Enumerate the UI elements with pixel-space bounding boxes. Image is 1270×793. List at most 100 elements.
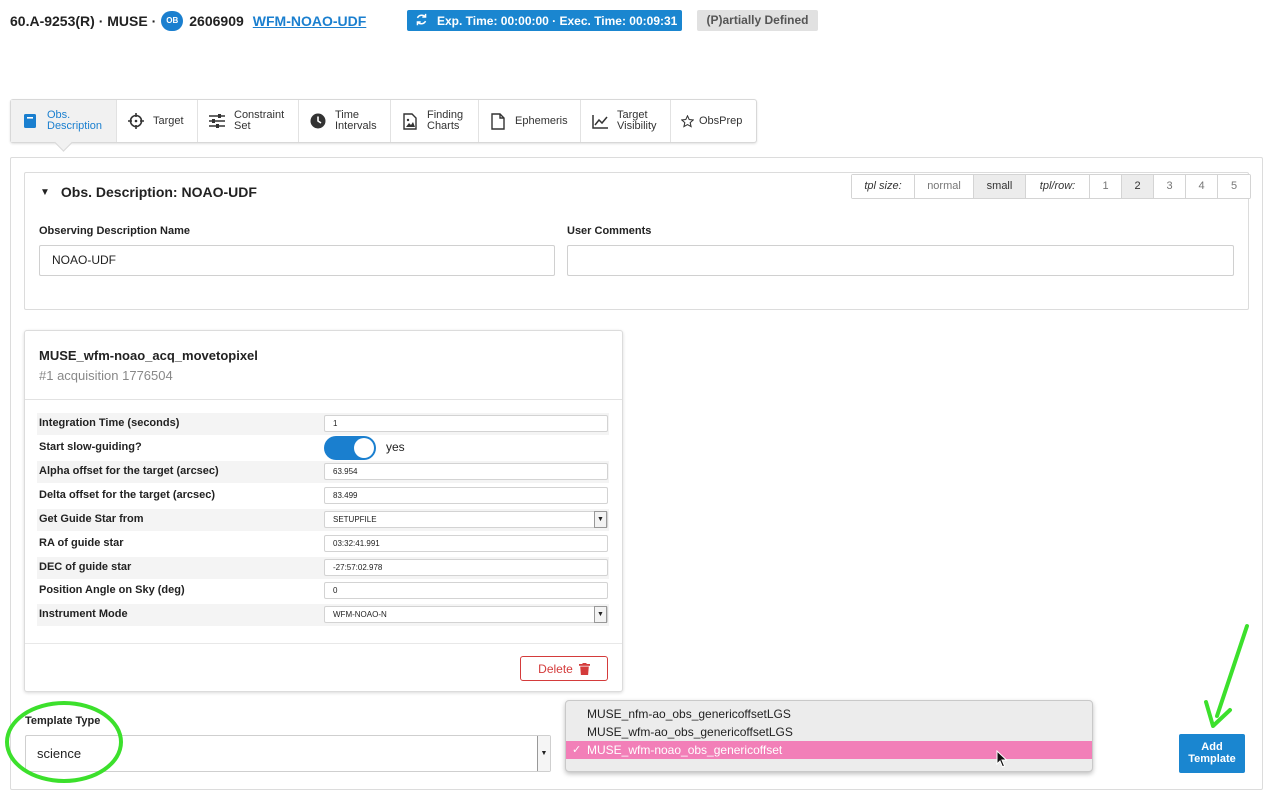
- slow-guiding-value: yes: [386, 440, 405, 454]
- dropdown-option[interactable]: MUSE_nfm-ao_obs_genericoffsetLGS: [566, 705, 1092, 723]
- select-value: WFM-NOAO-N: [333, 610, 387, 619]
- ob-name-link[interactable]: WFM-NOAO-UDF: [253, 13, 367, 29]
- param-row: RA of guide star 03:32:41.991: [37, 533, 609, 555]
- tab-ephemeris[interactable]: Ephemeris: [479, 100, 581, 142]
- param-label: Start slow-guiding?: [39, 441, 142, 453]
- tab-constraint-set[interactable]: Constraint Set: [198, 100, 299, 142]
- add-template-button[interactable]: Add Template: [1179, 734, 1245, 773]
- option-text: MUSE_nfm-ao_obs_genericoffsetLGS: [587, 707, 791, 721]
- sliders-icon: [208, 112, 226, 130]
- delete-label: Delete: [538, 661, 573, 676]
- tab-target-visibility[interactable]: Target Visibility: [581, 100, 671, 142]
- param-label: Alpha offset for the target (arcsec): [39, 465, 219, 477]
- tpl-size-small[interactable]: small: [974, 175, 1026, 198]
- ob-tabs: Obs. Description Target Constraint Set Tim…: [10, 99, 757, 143]
- select-value: SETUPFILE: [333, 515, 377, 524]
- check-icon: ✓: [572, 744, 582, 756]
- obs-name-label: Observing Description Name: [39, 225, 190, 237]
- book-icon: [21, 112, 39, 130]
- tab-target[interactable]: Target: [117, 100, 198, 142]
- tab-label-line1: Target: [153, 114, 184, 127]
- button-label-line1: Add: [1201, 741, 1223, 753]
- param-row: Delta offset for the target (arcsec) 83.…: [37, 485, 609, 507]
- position-angle-input[interactable]: 0: [324, 582, 608, 599]
- integration-time-input[interactable]: 1: [324, 415, 608, 432]
- delta-offset-input[interactable]: 83.499: [324, 487, 608, 504]
- param-row: Start slow-guiding? yes: [37, 436, 609, 460]
- param-row: Integration Time (seconds) 1: [37, 413, 609, 435]
- param-row: Get Guide Star from SETUPFILE ▼: [37, 509, 609, 531]
- ra-guide-star-input[interactable]: 03:32:41.991: [324, 535, 608, 552]
- param-row: DEC of guide star -27:57:02.978: [37, 557, 609, 579]
- crosshair-icon: [127, 112, 145, 130]
- time-badge[interactable]: Exp. Time: 00:00:00 · Exec. Time: 00:09:…: [407, 10, 682, 31]
- tab-time-intervals[interactable]: Time Intervals: [299, 100, 391, 142]
- obs-description-title-text: Obs. Description: NOAO-UDF: [60, 184, 257, 200]
- tpl-row-label: tpl/row:: [1026, 175, 1090, 198]
- obs-name-input[interactable]: NOAO-UDF: [39, 245, 555, 276]
- tpl-size-normal[interactable]: normal: [915, 175, 974, 198]
- delete-template-button[interactable]: Delete: [520, 656, 608, 681]
- mouse-cursor-icon: [996, 749, 1008, 773]
- ob-header: 60.A-9253(R) · MUSE · OB 2606909 WFM-NOA…: [10, 10, 366, 32]
- clock-icon: [309, 112, 327, 130]
- param-label: Integration Time (seconds): [39, 417, 180, 429]
- tab-label-line2: Description: [47, 120, 103, 132]
- line-chart-icon: [591, 112, 609, 130]
- tpl-row-3[interactable]: 3: [1154, 175, 1186, 198]
- image-file-icon: [401, 112, 419, 130]
- option-text: MUSE_wfm-noao_obs_genericoffset: [587, 743, 783, 757]
- tpl-row-1[interactable]: 1: [1090, 175, 1122, 198]
- guide-star-source-select[interactable]: SETUPFILE ▼: [324, 511, 608, 528]
- user-comments-label: User Comments: [567, 225, 652, 237]
- alpha-offset-input[interactable]: 63.954: [324, 463, 608, 480]
- tab-label-line2: Set: [234, 120, 251, 132]
- tab-label-line1: Ephemeris: [515, 114, 568, 127]
- tpl-row-2[interactable]: 2: [1122, 175, 1154, 198]
- param-label: DEC of guide star: [39, 561, 132, 573]
- user-comments-input[interactable]: [567, 245, 1234, 276]
- tpl-layout-controls: tpl size: normal small tpl/row: 1 2 3 4 …: [851, 174, 1251, 199]
- ob-id: 2606909: [189, 13, 244, 29]
- annotation-arrow: [1200, 622, 1256, 737]
- program-id: 60.A-9253(R) · MUSE ·: [10, 13, 157, 29]
- template-title: MUSE_wfm-noao_acq_movetopixel: [39, 348, 258, 363]
- tpl-row-5[interactable]: 5: [1218, 175, 1250, 198]
- dropdown-arrow-icon: ▼: [594, 511, 607, 528]
- tab-finding-charts[interactable]: Finding Charts: [391, 100, 479, 142]
- tpl-row-4[interactable]: 4: [1186, 175, 1218, 198]
- trash-icon: [578, 662, 590, 675]
- slow-guiding-toggle[interactable]: [324, 436, 376, 460]
- param-row: Alpha offset for the target (arcsec) 63.…: [37, 461, 609, 483]
- param-label: Instrument Mode: [39, 608, 128, 620]
- file-icon: [489, 112, 507, 130]
- divider: [25, 643, 622, 644]
- button-label-line2: Template: [1188, 753, 1236, 765]
- obs-description-title[interactable]: ▼ Obs. Description: NOAO-UDF: [40, 184, 257, 200]
- tab-obsprep[interactable]: ObsPrep: [671, 100, 756, 142]
- dec-guide-star-input[interactable]: -27:57:02.978: [324, 559, 608, 576]
- star-icon: [681, 112, 694, 130]
- param-label: Delta offset for the target (arcsec): [39, 489, 216, 501]
- dropdown-option-selected[interactable]: ✓ MUSE_wfm-noao_obs_genericoffset: [566, 741, 1092, 759]
- tab-label-line2: Intervals: [335, 120, 377, 132]
- option-text: MUSE_wfm-ao_obs_genericoffsetLGS: [587, 725, 793, 739]
- tab-label-line2: Charts: [427, 120, 460, 132]
- dropdown-arrow-icon: ▼: [537, 736, 550, 771]
- param-row: Position Angle on Sky (deg) 0: [37, 580, 609, 602]
- dropdown-option[interactable]: MUSE_wfm-ao_obs_genericoffsetLGS: [566, 723, 1092, 741]
- param-label: Position Angle on Sky (deg): [39, 584, 185, 596]
- tab-obs-description[interactable]: Obs. Description: [11, 100, 117, 142]
- template-dropdown-list[interactable]: MUSE_nfm-ao_obs_genericoffsetLGS MUSE_wf…: [565, 700, 1093, 772]
- param-label: RA of guide star: [39, 537, 124, 549]
- tab-label-line1: ObsPrep: [699, 114, 743, 127]
- template-subtitle: #1 acquisition 1776504: [39, 368, 173, 383]
- toggle-knob: [354, 438, 374, 458]
- instrument-mode-select[interactable]: WFM-NOAO-N ▼: [324, 606, 608, 623]
- time-text: Exp. Time: 00:00:00 · Exec. Time: 00:09:…: [437, 13, 678, 28]
- annotation-circle: [5, 701, 123, 783]
- tpl-size-label: tpl size:: [852, 175, 915, 198]
- tab-label-line2: Visibility: [617, 120, 657, 132]
- ob-badge: OB: [161, 11, 184, 31]
- param-row: Instrument Mode WFM-NOAO-N ▼: [37, 604, 609, 626]
